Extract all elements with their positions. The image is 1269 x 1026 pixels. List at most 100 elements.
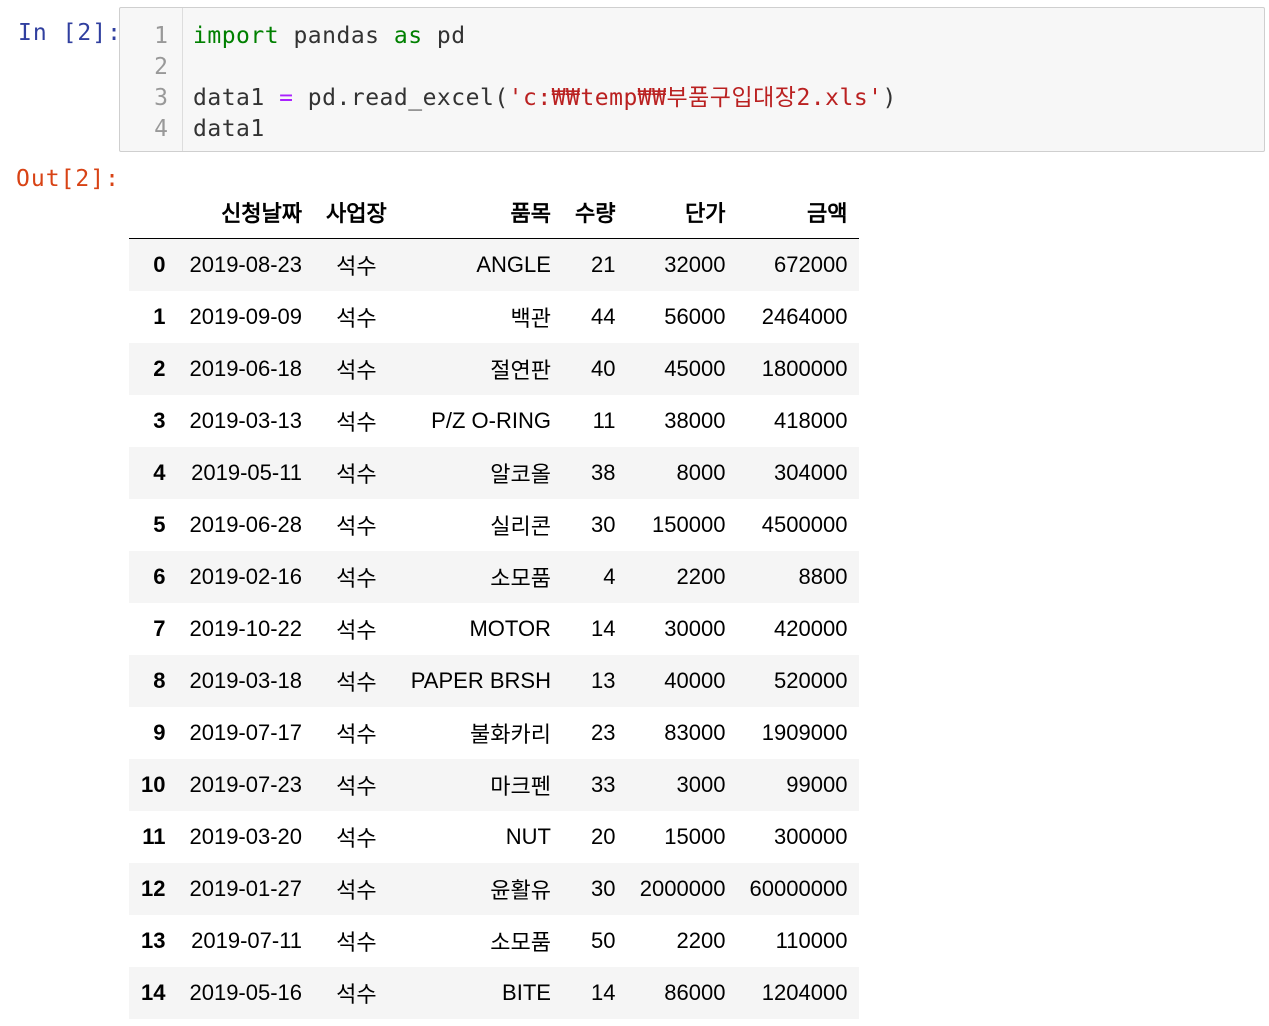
table-cell: ANGLE	[476, 251, 551, 277]
table-cell: 15000	[664, 823, 726, 849]
table-cell: 83000	[664, 719, 726, 745]
table-cell: 30	[590, 875, 616, 901]
table-cell: 304000	[774, 459, 848, 485]
line-number: 2	[154, 54, 168, 80]
table-row: 1 2019-09-09 석수 백관 44 56000 2464000	[129, 291, 859, 343]
code-line-4[interactable]: data1	[193, 114, 265, 145]
table-cell: 2019-07-17	[189, 719, 303, 745]
table-row: 12 2019-01-27 석수 윤활유 30 2000000 60000000	[129, 862, 860, 915]
table-cell: 소모품	[490, 929, 551, 955]
table-cell: 2019-03-18	[189, 667, 303, 693]
table-cell: 석수	[336, 253, 377, 279]
row-index: 10	[141, 771, 166, 797]
row-index: 11	[142, 823, 166, 849]
row-index: 12	[141, 875, 166, 901]
table-cell: 절연판	[490, 357, 551, 383]
column-header: 단가	[627, 186, 738, 239]
table-cell: 8800	[798, 563, 848, 589]
table-cell: 300000	[774, 823, 848, 849]
input-prompt: In [2]:	[18, 20, 122, 46]
table-cell: 2200	[676, 927, 726, 953]
table-cell: 420000	[774, 615, 848, 641]
table-cell: 40	[590, 355, 616, 381]
table-cell: 2019-06-28	[189, 511, 303, 537]
table-cell: 마크펜	[490, 773, 551, 799]
table-cell: 석수	[336, 877, 377, 903]
table-row: 5 2019-06-28 석수 실리콘 30 150000 4500000	[129, 499, 859, 551]
table-row: 8 2019-03-18 석수 PAPER BRSH 13 40000 520000	[129, 654, 860, 707]
line-number: 3	[154, 85, 168, 111]
line-number-gutter: 1 2 3 4	[120, 8, 183, 151]
table-cell: 실리콘	[490, 513, 551, 539]
table-cell: 소모품	[490, 565, 551, 591]
code-line-3[interactable]: data1 = pd.read_excel('c:₩₩temp₩₩부품구입대장2…	[193, 83, 897, 114]
table-row: 6 2019-02-16 석수 소모품 4 2200 8800	[129, 550, 860, 603]
output-area: 신청날짜 사업장 품목 수량 단가 금액 0 2019-08-23 석수 ANGLE 2…	[129, 186, 860, 1019]
row-index: 0	[153, 251, 166, 277]
row-index: 7	[153, 615, 166, 641]
table-cell: 2019-07-11	[191, 927, 303, 953]
table-cell: 석수	[336, 929, 377, 955]
table-cell: 4500000	[761, 511, 848, 537]
table-cell: 3000	[676, 771, 726, 797]
table-header-row: 신청날짜 사업장 품목 수량 단가 금액	[129, 186, 860, 239]
table-cell: 672000	[774, 251, 848, 277]
table-cell: 2019-10-22	[189, 615, 303, 641]
table-row: 7 2019-10-22 석수 MOTOR 14 30000 420000	[129, 603, 859, 655]
table-cell: 2000000	[639, 875, 726, 901]
table-cell: 석수	[336, 773, 377, 799]
column-header: 품목	[398, 186, 563, 239]
code-token: pd	[422, 23, 466, 49]
table-cell: 윤활유	[490, 877, 551, 903]
table-cell: 석수	[336, 409, 377, 435]
table-cell: 석수	[336, 513, 377, 539]
table-cell: 110000	[775, 927, 848, 953]
table-cell: 418000	[774, 407, 848, 433]
code-token: pd.read_excel(	[293, 85, 509, 111]
line-number: 1	[154, 23, 168, 49]
code-input-area[interactable]: 1 2 3 4 import pandas as pd data1 = pd.r…	[119, 7, 1265, 152]
table-cell: 23	[590, 719, 616, 745]
table-row: 13 2019-07-11 석수 소모품 50 2200 110000	[129, 915, 859, 967]
column-header: 금액	[737, 186, 860, 239]
table-row: 14 2019-05-16 석수 BITE 14 86000 1204000	[129, 966, 860, 1019]
table-row: 10 2019-07-23 석수 마크펜 33 3000 99000	[129, 758, 860, 811]
table-cell: 2019-09-09	[189, 303, 303, 329]
code-token: data1	[193, 85, 280, 111]
table-cell: 불화카리	[469, 721, 551, 747]
table-cell: 석수	[336, 565, 377, 591]
table-cell: 150000	[652, 511, 726, 537]
column-header: 수량	[562, 186, 628, 239]
row-index: 14	[141, 979, 166, 1005]
table-cell: 2019-02-16	[189, 563, 303, 589]
table-cell: 2019-05-11	[191, 459, 303, 485]
code-line-1[interactable]: import pandas as pd	[193, 21, 466, 52]
table-cell: 석수	[336, 669, 377, 695]
table-cell: 38	[590, 459, 616, 485]
row-index: 13	[141, 927, 166, 953]
table-cell: 백관	[510, 305, 551, 331]
table-cell: NUT	[505, 823, 551, 849]
assign-operator: =	[279, 85, 294, 111]
keyword-as: as	[393, 23, 423, 49]
table-cell: 1909000	[761, 719, 848, 745]
table-cell: 석수	[336, 617, 377, 643]
column-header: 사업장	[314, 186, 399, 239]
table-cell: 40000	[664, 667, 726, 693]
table-body: 0 2019-08-23 석수 ANGLE 21 32000 672000 1 2019-09-…	[129, 238, 860, 1019]
table-cell: 99000	[786, 771, 848, 797]
table-cell: BITE	[502, 979, 551, 1005]
table-cell: 2019-08-23	[189, 251, 303, 277]
table-cell: 1204000	[761, 979, 848, 1005]
table-cell: 44	[590, 303, 616, 329]
table-cell: 20	[590, 823, 616, 849]
table-row: 4 2019-05-11 석수 알코올 38 8000 304000	[129, 446, 860, 499]
row-index: 1	[153, 303, 166, 329]
row-index: 3	[153, 407, 166, 433]
row-index: 5	[153, 511, 166, 537]
table-cell: 2464000	[761, 303, 848, 329]
string-literal: 'c:₩₩temp₩₩부품구입대장2.xls'	[508, 85, 883, 111]
column-header: 신청날짜	[177, 186, 315, 239]
output-prompt: Out[2]:	[16, 166, 120, 192]
code-token: pandas	[279, 23, 394, 49]
